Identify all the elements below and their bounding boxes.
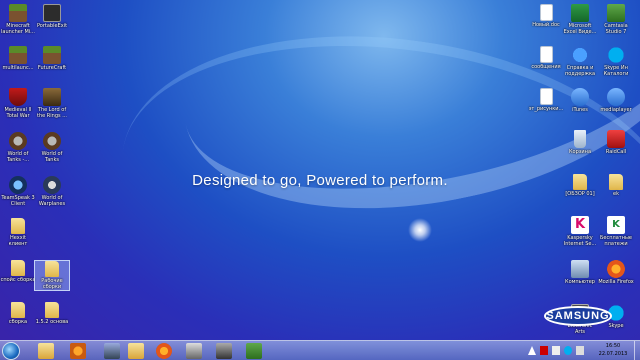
kaspersky-icon: K [571, 216, 589, 234]
folder-icon [11, 302, 25, 318]
app-icon[interactable] [186, 343, 202, 359]
desktop-icon-rabochie-sborki[interactable]: Рабочие сборки [34, 260, 70, 291]
firefox-icon[interactable] [156, 343, 172, 359]
document-icon [539, 46, 553, 63]
desktop-icon-futurecraft[interactable]: FutureCraft [34, 46, 70, 71]
warplanes-icon [43, 176, 61, 194]
media-icon [571, 88, 589, 106]
samsung-logo: SAMSUNG [544, 306, 612, 326]
wallpaper-light-flare [408, 218, 432, 242]
desktop-icon-risunki[interactable]: эт_рисунки... [528, 88, 564, 112]
minecraft-icon [9, 46, 27, 64]
desktop-icon-obzor[interactable]: [ОБЗОР 01] [562, 174, 598, 197]
tank-icon [43, 132, 61, 150]
desktop-icon-spoys-sborka[interactable]: спойс сборка [0, 260, 36, 283]
raidcall-icon [607, 130, 625, 148]
desktop-icon-multilauncher[interactable]: multilaunc... [0, 46, 36, 71]
folder-icon[interactable] [128, 343, 144, 359]
desktop-icon-recycle-bin[interactable]: Корзина [562, 130, 598, 155]
camtasia-icon [607, 4, 625, 22]
folder-icon [45, 261, 59, 277]
skype-icon [607, 46, 625, 64]
desktop-icon-new-doc[interactable]: Новый.doc [528, 4, 564, 28]
minecraft-icon [9, 4, 27, 22]
desktop-icon-teamspeak[interactable]: TeamSpeak 3 Client [0, 176, 36, 207]
desktop-icon-skype-catalog[interactable]: Skype Ин Каталоги [598, 46, 634, 77]
desktop-icon-world-of-tanks[interactable]: World of Tanks [34, 132, 70, 163]
app-icon [43, 4, 61, 22]
desktop-icon-hexxit[interactable]: Hexxit клиент [0, 218, 36, 247]
camtasia-icon[interactable] [246, 343, 262, 359]
media-icon [607, 88, 625, 106]
network-icon[interactable] [576, 346, 584, 355]
folder-icon [11, 218, 25, 234]
desktop-icon-portable-exit[interactable]: PortableExit [34, 4, 70, 29]
desktop-icon-free-payments[interactable]: K Бесплатные платежи [598, 216, 634, 247]
desktop-icon-soobshcheniya[interactable]: сообщения [528, 46, 564, 70]
taskbar: 16:50 22.07.2013 [0, 340, 640, 360]
clock[interactable]: 16:50 22.07.2013 [594, 342, 632, 358]
window-icon[interactable] [104, 343, 120, 359]
desktop-icon-152-osnova[interactable]: 1.5.2 основа [34, 302, 70, 325]
network-icon[interactable] [216, 343, 232, 359]
desktop-icon-help[interactable]: Справка и поддержка [562, 46, 598, 77]
explorer-icon[interactable] [38, 343, 54, 359]
desktop-icon-medieval-total-war[interactable]: Medieval II Total War [0, 88, 36, 119]
desktop-icon-minecraft-launcher[interactable]: Minecraft launcher Mi... [0, 4, 36, 35]
computer-icon [571, 260, 589, 278]
game-icon [43, 88, 61, 106]
firefox-icon [607, 260, 625, 278]
desktop-icon-kaspersky[interactable]: K Kaspersky Internet Se... [562, 216, 598, 247]
tray-antivirus-icon[interactable] [540, 346, 548, 355]
recycle-bin-icon [574, 130, 586, 148]
kaspersky-icon: K [607, 216, 625, 234]
tray-app-icon[interactable] [552, 346, 560, 355]
tray-skype-icon[interactable] [564, 346, 572, 355]
folder-icon [11, 260, 25, 276]
folder-icon [45, 302, 59, 318]
teamspeak-icon [9, 176, 27, 194]
wallpaper-slogan: Designed to go, Powered to perform. [192, 172, 448, 189]
desktop-icon-world-of-warplanes[interactable]: World of Warplanes [34, 176, 70, 207]
desktop-icon-ek[interactable]: ek [598, 174, 634, 197]
minecraft-icon [43, 46, 61, 64]
document-icon [539, 88, 553, 105]
shield-icon [9, 88, 27, 106]
tray-arrow-icon[interactable] [528, 346, 536, 355]
desktop-icon-world-of-tanks-launcher[interactable]: World of Tanks -... [0, 132, 36, 163]
media-player-icon[interactable] [70, 343, 86, 359]
desktop-icon-itunes[interactable]: iTunes [562, 88, 598, 113]
start-button[interactable] [2, 342, 20, 360]
show-desktop-button[interactable] [634, 341, 640, 360]
desktop-icon-excel[interactable]: Microsoft Excel Виде... [562, 4, 598, 35]
desktop-icon-mediaplayer[interactable]: mediaplayer [598, 88, 634, 113]
desktop-icon-lotr[interactable]: The Lord of the Rings ... [34, 88, 70, 119]
desktop-icon-raidcall[interactable]: RaidCall [598, 130, 634, 155]
desktop-icon-computer[interactable]: Компьютер [562, 260, 598, 285]
document-icon [539, 4, 553, 21]
desktop-icon-firefox[interactable]: Mozilla Firefox [598, 260, 634, 285]
desktop-icon-camtasia[interactable]: Camtasia Studio 7 [598, 4, 634, 35]
folder-icon [573, 174, 587, 190]
desktop-icon-sborka[interactable]: сборка [0, 302, 36, 325]
folder-icon [609, 174, 623, 190]
help-icon [571, 46, 589, 64]
tank-icon [9, 132, 27, 150]
excel-icon [571, 4, 589, 22]
